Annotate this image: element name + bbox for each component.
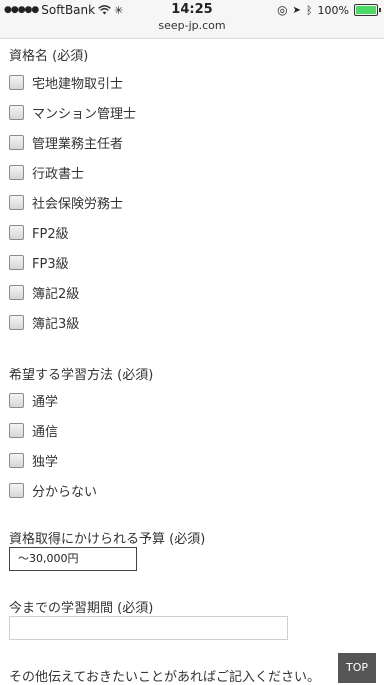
checkbox[interactable] — [9, 104, 24, 120]
qualification-title: 資格名 (必須) — [9, 49, 89, 64]
qualification-option[interactable]: 宅地建物取引士 — [9, 67, 379, 97]
option-label: 社会保険労務士 — [32, 196, 124, 212]
checkbox[interactable] — [9, 164, 24, 180]
study-method-option[interactable]: 独学 — [9, 445, 379, 475]
option-label: 簿記2級 — [32, 286, 80, 302]
option-label: 分からない — [32, 484, 98, 500]
checkbox[interactable] — [9, 314, 24, 330]
checkbox[interactable] — [9, 74, 24, 90]
option-label: FP2級 — [32, 226, 69, 242]
study-method-option[interactable]: 分からない — [9, 475, 379, 505]
checkbox[interactable] — [9, 134, 24, 150]
option-label: 宅地建物取引士 — [32, 76, 124, 92]
status-right: ◎ ➤ ᛒ 100% — [277, 3, 381, 17]
bluetooth-icon: ᛒ — [305, 3, 313, 17]
battery-fill — [356, 6, 376, 14]
qualification-option[interactable]: マンション管理士 — [9, 97, 379, 127]
qualification-option[interactable]: FP3級 — [9, 247, 379, 277]
battery-percent: 100% — [317, 3, 349, 17]
study-method-option[interactable]: 通信 — [9, 415, 379, 445]
study-period-title: 今までの学習期間 (必須) — [9, 601, 154, 616]
checkbox[interactable] — [9, 392, 24, 408]
budget-select[interactable]: 〜30,000円 — [9, 547, 137, 571]
qualification-option[interactable]: 簿記2級 — [9, 277, 379, 307]
study-method-options: 通学 通信 独学 分からない — [9, 385, 379, 505]
qualification-option[interactable]: FP2級 — [9, 217, 379, 247]
checkbox[interactable] — [9, 224, 24, 240]
rotation-lock-icon: ◎ — [277, 3, 288, 17]
option-label: 行政書士 — [32, 166, 85, 182]
page-url[interactable]: seep-jp.com — [0, 19, 384, 32]
checkbox[interactable] — [9, 194, 24, 210]
option-label: マンション管理士 — [32, 106, 137, 122]
option-label: 通信 — [32, 424, 59, 440]
battery-icon — [354, 4, 381, 16]
qualification-option[interactable]: 社会保険労務士 — [9, 187, 379, 217]
status-bar: ●●●●● SoftBank ✳ 14:25 seep-jp.com ◎ ➤ ᛒ… — [0, 0, 384, 39]
back-to-top-button[interactable]: TOP — [338, 653, 376, 683]
form-content: 資格名 (必須) 宅地建物取引士 マンション管理士 管理業務主任者 行政書士 社… — [9, 38, 379, 505]
location-arrow-icon: ➤ — [292, 4, 301, 16]
option-label: FP3級 — [32, 256, 69, 272]
option-label: 独学 — [32, 454, 59, 470]
checkbox[interactable] — [9, 254, 24, 270]
qualification-option[interactable]: 行政書士 — [9, 157, 379, 187]
study-method-option[interactable]: 通学 — [9, 385, 379, 415]
other-notes-title: その他伝えておきたいことがあればご記入ください。 — [9, 670, 320, 685]
option-label: 管理業務主任者 — [32, 136, 124, 152]
checkbox[interactable] — [9, 452, 24, 468]
study-period-input[interactable] — [9, 616, 288, 640]
checkbox[interactable] — [9, 284, 24, 300]
qualification-option[interactable]: 管理業務主任者 — [9, 127, 379, 157]
checkbox[interactable] — [9, 422, 24, 438]
option-label: 簿記3級 — [32, 316, 80, 332]
qualification-options: 宅地建物取引士 マンション管理士 管理業務主任者 行政書士 社会保険労務士 FP… — [9, 67, 379, 337]
option-label: 通学 — [32, 394, 59, 410]
qualification-option[interactable]: 簿記3級 — [9, 307, 379, 337]
checkbox[interactable] — [9, 482, 24, 498]
study-method-title: 希望する学習方法 (必須) — [9, 368, 154, 383]
budget-title: 資格取得にかけられる予算 (必須) — [9, 532, 206, 547]
